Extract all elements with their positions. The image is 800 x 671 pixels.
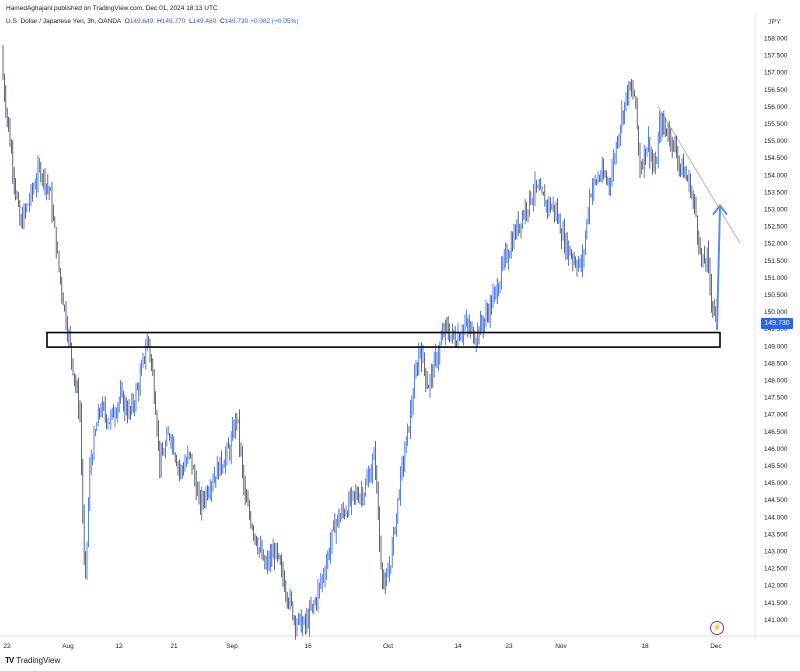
time-tick-label: 12 xyxy=(115,643,123,650)
time-tick-label: 23 xyxy=(505,643,513,650)
ohlc-open: O149.649 xyxy=(124,18,154,25)
price-tick-label: 156.000 xyxy=(764,104,788,111)
time-tick-label: 18 xyxy=(641,643,649,650)
price-tick-label: 146.500 xyxy=(764,429,788,436)
price-tick-label: 154.000 xyxy=(764,172,788,179)
support-zone-box xyxy=(46,331,721,348)
price-tick-label: 150.000 xyxy=(764,309,788,316)
symbol-name: U.S. Dollar / Japanese Yen, 3h, OANDA xyxy=(6,18,121,25)
price-tick-label: 155.500 xyxy=(764,121,788,128)
currency-label: JPY xyxy=(768,19,781,26)
price-tick-label: 141.500 xyxy=(764,600,788,607)
time-tick-label: 16 xyxy=(304,643,312,650)
price-tick-label: 153.000 xyxy=(764,207,788,214)
time-axis[interactable]: 22 Aug 12 21 Sep 16 Oct 14 23 Nov 18 Dec xyxy=(3,643,722,650)
last-price-tag: 149.730 xyxy=(761,318,793,329)
ohlc-high: H149.770 xyxy=(157,18,186,25)
time-tick-label: 21 xyxy=(170,643,178,650)
symbol-legend[interactable]: U.S. Dollar / Japanese Yen, 3h, OANDA O1… xyxy=(6,18,299,25)
price-tick-label: 144.000 xyxy=(764,514,788,521)
ohlc-low: L149.480 xyxy=(189,18,217,25)
price-tick-label: 153.500 xyxy=(764,189,788,196)
price-tick-label: 148.500 xyxy=(764,360,788,367)
price-tick-label: 149.000 xyxy=(764,343,788,350)
price-tick-label: 151.500 xyxy=(764,258,788,265)
price-tick-label: 157.000 xyxy=(764,70,788,77)
tradingview-logo-text: TradingView xyxy=(16,656,61,665)
support-zone[interactable] xyxy=(46,331,721,348)
price-tick-label: 156.500 xyxy=(764,87,788,94)
tradingview-logo-icon: TV xyxy=(5,656,14,665)
arrow-shaft xyxy=(716,205,721,331)
price-tick-label: 151.000 xyxy=(764,275,788,282)
price-tick-label: 146.000 xyxy=(764,446,788,453)
time-tick-label: Nov xyxy=(555,643,567,650)
time-tick-label: Oct xyxy=(383,643,393,650)
time-tick-label: Sep xyxy=(226,643,238,650)
price-tick-label: 152.500 xyxy=(764,224,788,231)
price-tick-label: 143.500 xyxy=(764,531,788,538)
price-tick-label: 143.000 xyxy=(764,549,788,556)
up-arrow-icon[interactable] xyxy=(712,203,728,331)
trendline-segment xyxy=(657,106,741,244)
price-tick-label: 147.500 xyxy=(764,395,788,402)
price-tick-label: 145.500 xyxy=(764,463,788,470)
price-tick-label: 145.000 xyxy=(764,480,788,487)
price-tick-label: 144.500 xyxy=(764,497,788,504)
price-tick-label: 152.000 xyxy=(764,241,788,248)
price-tick-label: 147.000 xyxy=(764,412,788,419)
time-tick-label: 22 xyxy=(3,643,11,650)
resistance-trendline[interactable] xyxy=(657,106,741,244)
time-tick-label: 14 xyxy=(454,643,462,650)
price-tick-label: 141.000 xyxy=(764,617,788,624)
price-change: +0.082 (+0.05%) xyxy=(250,18,299,25)
price-series xyxy=(2,44,718,640)
price-axis[interactable]: 158.000 157.500 157.000 156.500 156.000 155.5… xyxy=(764,36,788,624)
time-tick-label: Aug xyxy=(62,643,74,650)
price-tick-label: 142.500 xyxy=(764,566,788,573)
price-tick-label: 155.000 xyxy=(764,138,788,145)
price-tick-label: 157.500 xyxy=(764,53,788,60)
time-tick-label: Dec xyxy=(710,643,722,650)
ohlc-close: C149.730 xyxy=(220,18,249,25)
lightning-bolt-icon[interactable]: ⚡ xyxy=(710,621,724,635)
price-tick-label: 154.500 xyxy=(764,155,788,162)
price-tick-label: 158.000 xyxy=(764,36,788,43)
publisher-info: HamedAghajani published on TradingView.c… xyxy=(6,5,218,12)
price-tick-label: 148.000 xyxy=(764,378,788,385)
price-tick-label: 150.500 xyxy=(764,292,788,299)
tradingview-logo[interactable]: TV TradingView xyxy=(5,656,60,665)
chart-canvas[interactable]: 158.000 157.500 157.000 156.500 156.000 155.5… xyxy=(0,0,800,671)
price-tick-label: 142.000 xyxy=(764,583,788,590)
